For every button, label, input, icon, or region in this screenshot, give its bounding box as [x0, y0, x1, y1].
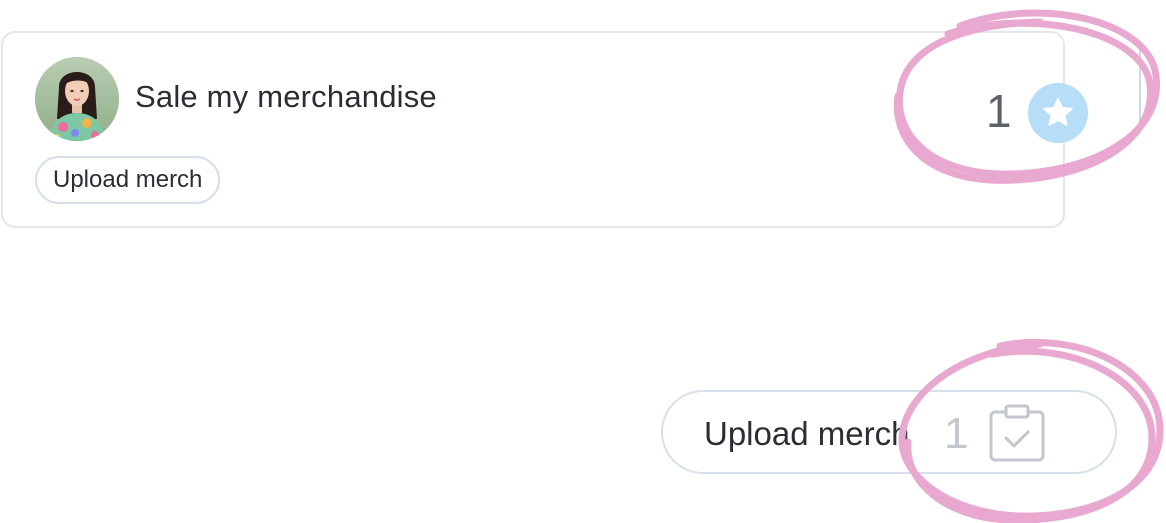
avatar: [35, 57, 119, 141]
card-edge-divider: [1139, 41, 1141, 131]
star-count: 1: [986, 85, 1012, 137]
card-title: Sale my merchandise: [135, 79, 437, 114]
star-icon: [1043, 98, 1073, 126]
upload-merch-label: Upload merch: [704, 415, 910, 452]
task-count: 1: [944, 409, 969, 458]
clipboard-check-icon: [987, 404, 1047, 469]
person-avatar-icon: [35, 57, 119, 141]
upload-merch-button[interactable]: Upload merch 1: [661, 390, 1117, 474]
star-badge[interactable]: [1028, 83, 1088, 143]
stage: Sale my merchandise Upload merch 1 Uploa…: [0, 0, 1166, 523]
upload-merch-tag[interactable]: Upload merch: [35, 156, 221, 204]
merch-task-card[interactable]: Sale my merchandise Upload merch 1: [1, 31, 1088, 228]
